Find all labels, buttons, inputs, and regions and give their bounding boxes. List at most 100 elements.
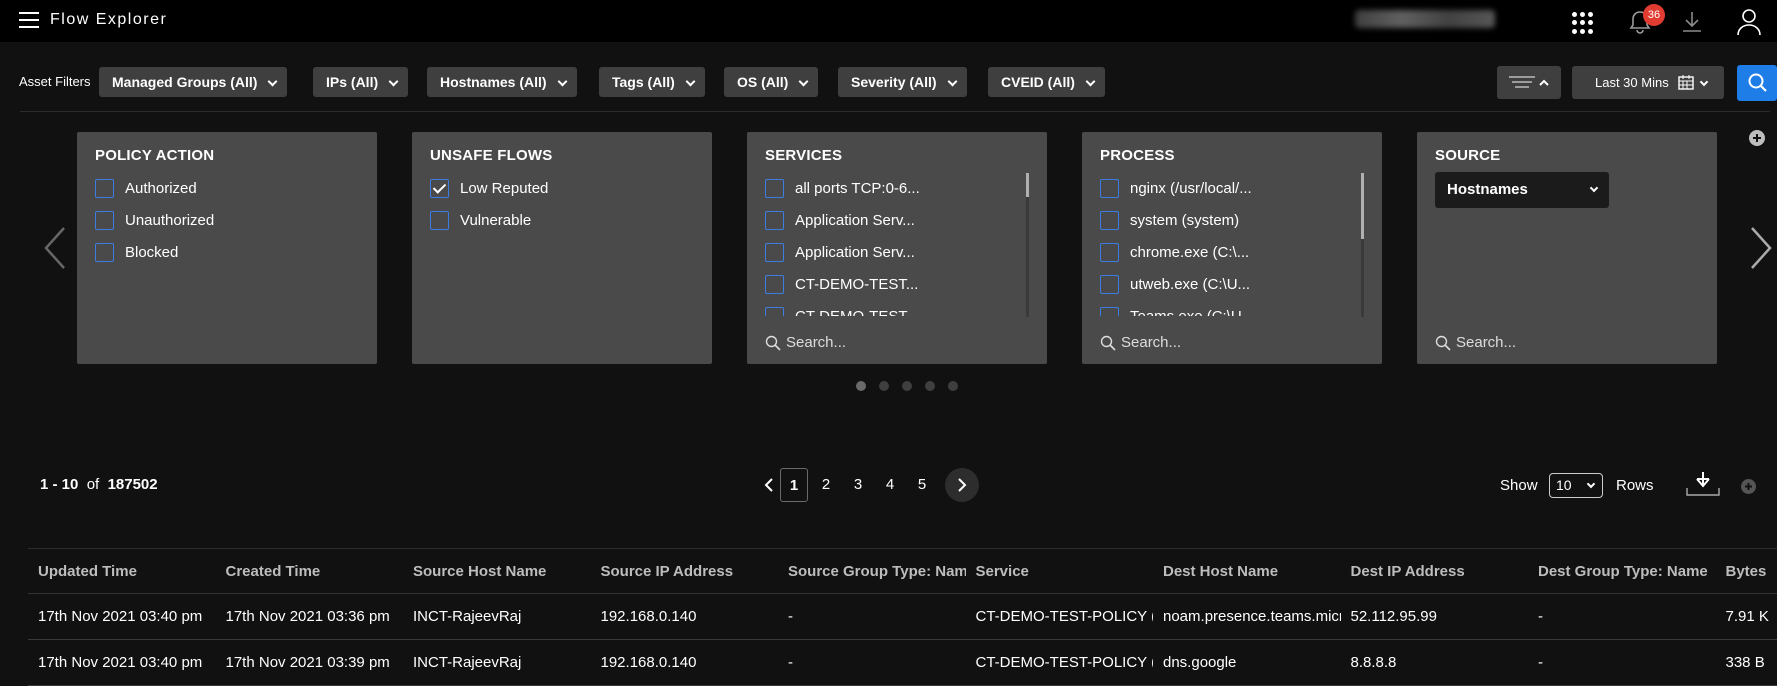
apps-grid-icon[interactable] bbox=[1572, 12, 1594, 34]
user-name-redacted bbox=[1355, 10, 1495, 28]
process-option[interactable]: utweb.exe (C:\U... bbox=[1100, 268, 1364, 300]
checkbox[interactable] bbox=[1100, 179, 1119, 198]
filter-cveid[interactable]: CVEID (All) bbox=[988, 67, 1105, 97]
column-header[interactable]: Source Group Type: Name bbox=[778, 563, 966, 580]
scrollbar-thumb[interactable] bbox=[1026, 173, 1029, 197]
time-range-button[interactable]: Last 30 Mins bbox=[1572, 66, 1724, 99]
column-header[interactable]: Created Time bbox=[216, 563, 404, 580]
column-header[interactable]: Source IP Address bbox=[591, 563, 779, 580]
table-cell: - bbox=[1528, 654, 1716, 671]
search-icon bbox=[1100, 335, 1116, 351]
carousel-next-icon[interactable] bbox=[1748, 226, 1774, 275]
card-title: SOURCE bbox=[1435, 147, 1699, 164]
option-authorized[interactable]: Authorized bbox=[95, 172, 359, 204]
filter-os[interactable]: OS (All) bbox=[724, 67, 818, 97]
checkbox[interactable] bbox=[765, 211, 784, 230]
carousel-dot[interactable] bbox=[879, 381, 889, 391]
page-4[interactable]: 4 bbox=[876, 468, 904, 502]
checkbox[interactable] bbox=[95, 243, 114, 262]
checkbox[interactable] bbox=[95, 179, 114, 198]
export-icon[interactable] bbox=[1684, 470, 1722, 503]
scrollbar[interactable] bbox=[1361, 173, 1364, 317]
column-header[interactable]: Dest IP Address bbox=[1341, 563, 1529, 580]
option-low-reputed[interactable]: Low Reputed bbox=[430, 172, 694, 204]
column-header[interactable]: Service bbox=[966, 563, 1154, 580]
carousel-dot[interactable] bbox=[856, 381, 866, 391]
service-option[interactable]: Application Serv... bbox=[765, 236, 1029, 268]
checkbox[interactable] bbox=[765, 307, 784, 317]
filter-hostnames[interactable]: Hostnames (All) bbox=[427, 67, 577, 97]
add-filter-icon[interactable] bbox=[1748, 129, 1766, 152]
column-header[interactable]: Dest Host Name bbox=[1153, 563, 1341, 580]
process-list[interactable]: nginx (/usr/local/... system (system) ch… bbox=[1100, 172, 1364, 316]
pagination: 1 2 3 4 5 bbox=[758, 468, 979, 502]
checkbox[interactable] bbox=[765, 179, 784, 198]
column-header[interactable]: Dest Group Type: Name bbox=[1528, 563, 1716, 580]
scrollbar[interactable] bbox=[1026, 173, 1029, 317]
add-column-icon[interactable] bbox=[1740, 478, 1757, 500]
next-page-icon[interactable] bbox=[945, 468, 979, 502]
table-row[interactable]: 17th Nov 2021 03:40 pm 17th Nov 2021 03:… bbox=[28, 640, 1777, 686]
column-header[interactable]: Bytes bbox=[1716, 563, 1777, 580]
prev-page-icon[interactable] bbox=[758, 468, 780, 502]
rows-per-page-select[interactable]: 10 bbox=[1549, 473, 1603, 498]
filter-ips[interactable]: IPs (All) bbox=[313, 67, 408, 97]
menu-icon[interactable] bbox=[19, 12, 39, 28]
checkbox-checked[interactable] bbox=[430, 179, 449, 198]
process-option[interactable]: nginx (/usr/local/... bbox=[1100, 172, 1364, 204]
option-label: CT-DEMO-TEST... bbox=[795, 276, 918, 293]
checkbox[interactable] bbox=[430, 211, 449, 230]
source-type-select[interactable]: Hostnames bbox=[1435, 172, 1609, 208]
checkbox[interactable] bbox=[1100, 243, 1119, 262]
search-button[interactable] bbox=[1737, 65, 1777, 101]
option-vulnerable[interactable]: Vulnerable bbox=[430, 204, 694, 236]
filter-tags[interactable]: Tags (All) bbox=[599, 67, 705, 97]
services-list[interactable]: all ports TCP:0-6... Application Serv...… bbox=[765, 172, 1029, 316]
source-search[interactable]: Search... bbox=[1435, 334, 1516, 351]
service-option[interactable]: all ports TCP:0-6... bbox=[765, 172, 1029, 204]
process-option[interactable]: chrome.exe (C:\... bbox=[1100, 236, 1364, 268]
carousel-dot[interactable] bbox=[925, 381, 935, 391]
table-cell: INCT-RajeevRaj bbox=[403, 608, 591, 625]
filter-managed-groups[interactable]: Managed Groups (All) bbox=[99, 67, 287, 97]
service-option[interactable]: CT-DEMO-TEST... bbox=[765, 300, 1029, 316]
page-2[interactable]: 2 bbox=[812, 468, 840, 502]
column-header[interactable]: Source Host Name bbox=[403, 563, 591, 580]
page-1[interactable]: 1 bbox=[780, 468, 808, 502]
page-3[interactable]: 3 bbox=[844, 468, 872, 502]
chevron-down-icon bbox=[557, 77, 567, 87]
checkbox[interactable] bbox=[765, 275, 784, 294]
process-option[interactable]: system (system) bbox=[1100, 204, 1364, 236]
chevron-down-icon bbox=[268, 77, 278, 87]
filter-severity[interactable]: Severity (All) bbox=[838, 67, 967, 97]
option-label: Unauthorized bbox=[125, 212, 214, 229]
option-unauthorized[interactable]: Unauthorized bbox=[95, 204, 359, 236]
user-icon[interactable] bbox=[1736, 8, 1762, 41]
range-of: of bbox=[87, 476, 100, 493]
filter-toggle-button[interactable] bbox=[1497, 66, 1561, 99]
policy-action-card: POLICY ACTION Authorized Unauthorized Bl… bbox=[77, 132, 377, 364]
unsafe-flows-card: UNSAFE FLOWS Low Reputed Vulnerable bbox=[412, 132, 712, 364]
carousel-dot[interactable] bbox=[948, 381, 958, 391]
services-search[interactable]: Search... bbox=[765, 334, 846, 351]
checkbox[interactable] bbox=[95, 211, 114, 230]
checkbox[interactable] bbox=[1100, 275, 1119, 294]
carousel-dot[interactable] bbox=[902, 381, 912, 391]
checkbox[interactable] bbox=[765, 243, 784, 262]
carousel-prev-icon[interactable] bbox=[42, 226, 68, 275]
chevron-down-icon bbox=[1085, 77, 1095, 87]
service-option[interactable]: CT-DEMO-TEST... bbox=[765, 268, 1029, 300]
service-option[interactable]: Application Serv... bbox=[765, 204, 1029, 236]
table-row[interactable]: 17th Nov 2021 03:40 pm 17th Nov 2021 03:… bbox=[28, 594, 1777, 640]
option-label: nginx (/usr/local/... bbox=[1130, 180, 1252, 197]
process-search[interactable]: Search... bbox=[1100, 334, 1181, 351]
option-blocked[interactable]: Blocked bbox=[95, 236, 359, 268]
scrollbar-thumb[interactable] bbox=[1361, 173, 1364, 239]
page-5[interactable]: 5 bbox=[908, 468, 936, 502]
column-header[interactable]: Updated Time bbox=[28, 563, 216, 580]
process-option[interactable]: Teams.exe (C:\U... bbox=[1100, 300, 1364, 316]
checkbox[interactable] bbox=[1100, 211, 1119, 230]
filter-lines-icon bbox=[1497, 66, 1561, 99]
checkbox[interactable] bbox=[1100, 307, 1119, 317]
download-icon[interactable] bbox=[1680, 9, 1704, 40]
